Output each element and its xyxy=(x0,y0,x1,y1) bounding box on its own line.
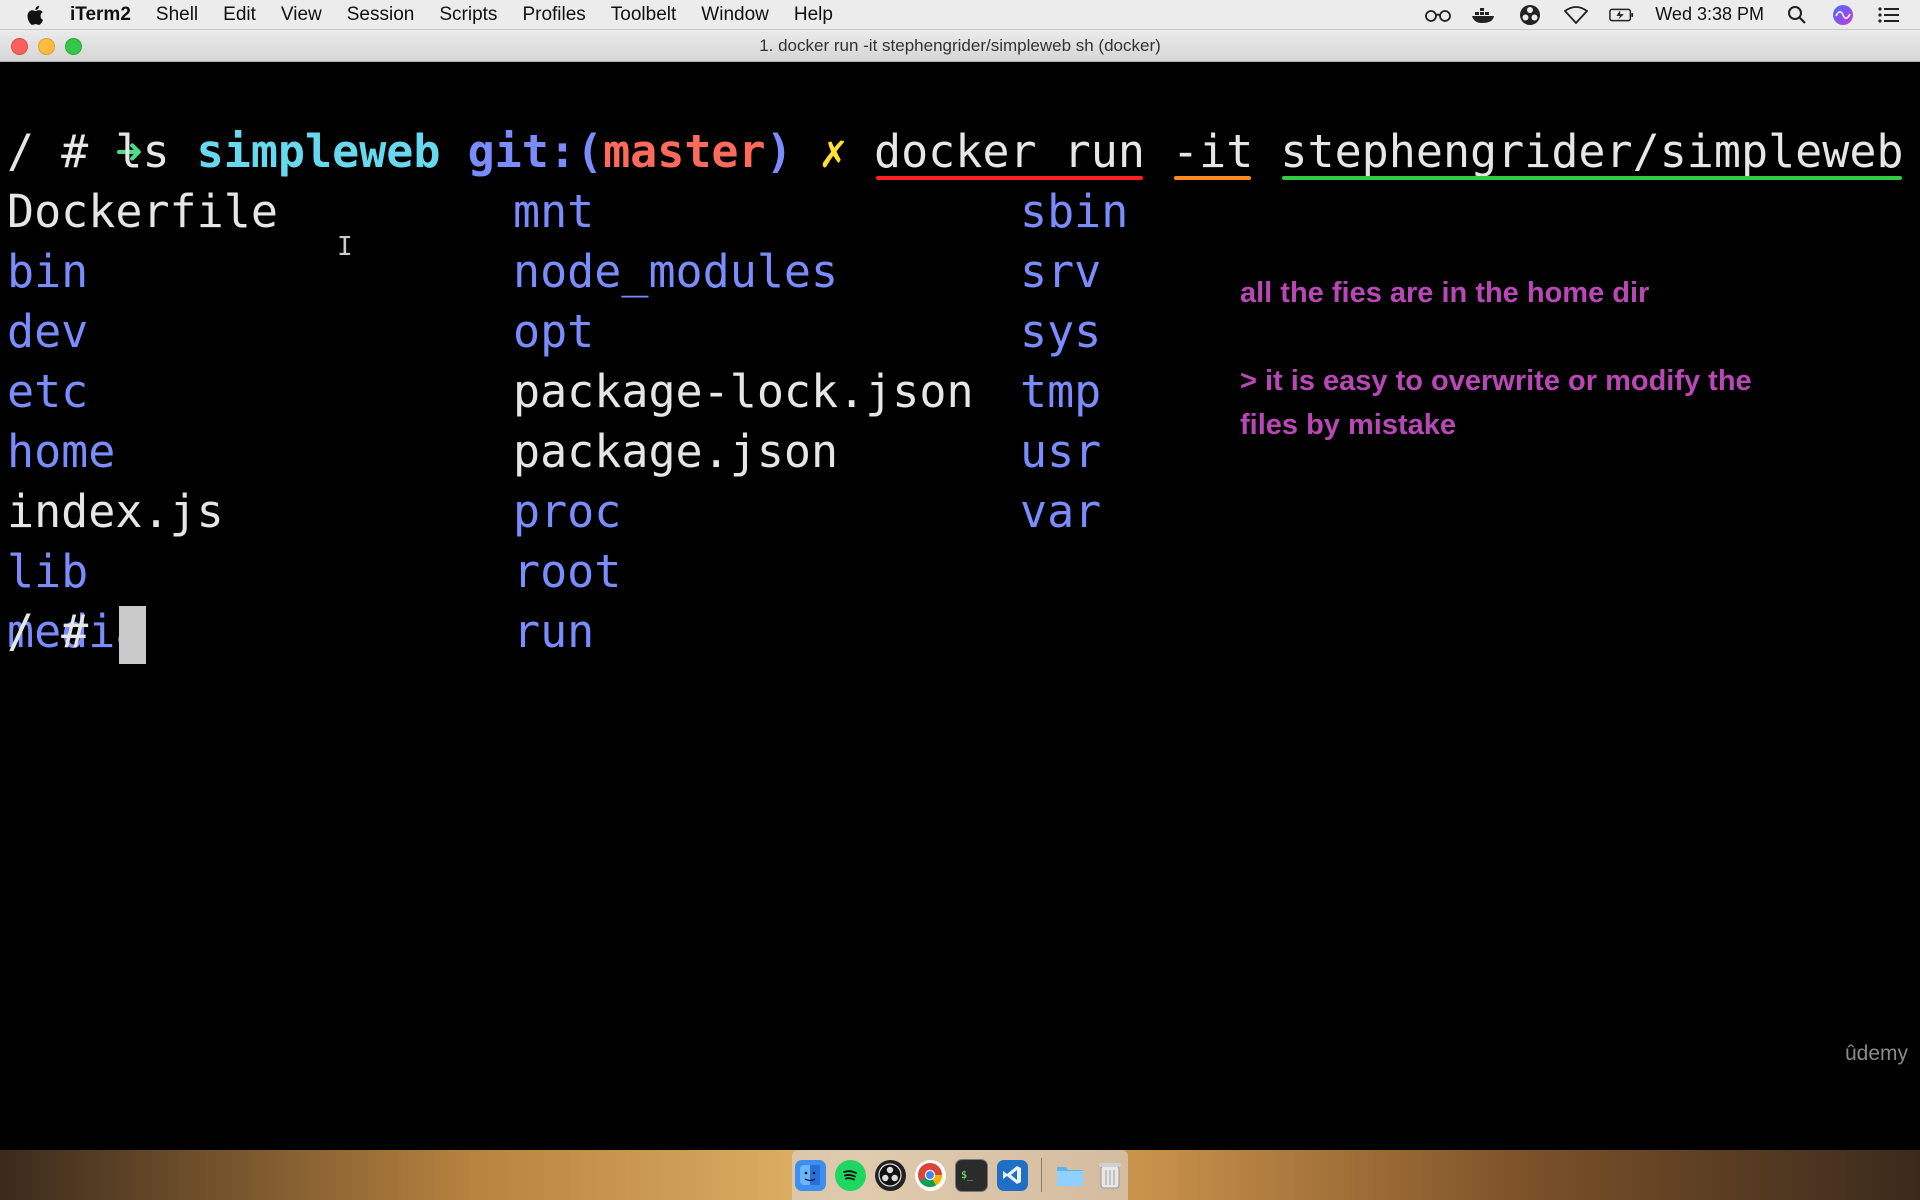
menu-session[interactable]: Session xyxy=(347,4,415,26)
ls-entry-home: home xyxy=(7,425,116,478)
maximize-window-button[interactable] xyxy=(65,38,82,55)
search-icon[interactable] xyxy=(1784,4,1810,26)
obs-icon[interactable] xyxy=(874,1159,906,1191)
terminal-cursor xyxy=(119,606,147,664)
status-area: Wed 3:38 PM xyxy=(1425,4,1920,26)
prompt-branch: master xyxy=(603,125,766,178)
command-line: ➜ simpleweb git:(master) ✗ docker run -i… xyxy=(7,62,1920,178)
menu-bar: iTerm2 Shell Edit View Session Scripts P… xyxy=(0,0,1920,30)
ls-entry-mnt: mnt xyxy=(513,185,595,238)
menu-scripts[interactable]: Scripts xyxy=(439,4,497,26)
ls-entry-run: run xyxy=(513,605,595,658)
apple-icon[interactable] xyxy=(26,4,48,26)
glasses-icon[interactable] xyxy=(1425,4,1452,26)
final-prompt-line: / # xyxy=(7,602,147,664)
ls-entry-index-js: index.js xyxy=(7,485,224,538)
command-flag-it: -it xyxy=(1172,125,1254,178)
note-line-3: files by mistake xyxy=(1240,409,1456,441)
terminal-icon[interactable]: $_ xyxy=(954,1158,988,1192)
prompt-dirty-mark: ✗ xyxy=(819,125,847,178)
svg-text:$_: $_ xyxy=(961,1170,974,1181)
folder-icon[interactable] xyxy=(1055,1160,1086,1191)
ls-entry-package-json: package.json xyxy=(513,425,839,478)
note-line-1: all the fies are in the home dir xyxy=(1240,277,1650,309)
final-prompt: / # xyxy=(7,605,116,658)
ls-entry-dockerfile: Dockerfile xyxy=(7,185,278,238)
ls-entry-package-lock-json: package-lock.json xyxy=(513,365,974,418)
ls-entry-usr: usr xyxy=(1020,425,1102,478)
minimize-window-button[interactable] xyxy=(38,38,55,55)
command-docker-run: docker run xyxy=(874,125,1145,178)
wifi-icon[interactable] xyxy=(1563,4,1589,26)
notification-list-icon[interactable] xyxy=(1876,4,1902,26)
prompt-directory: simpleweb xyxy=(196,125,441,178)
vscode-icon[interactable] xyxy=(996,1159,1028,1191)
window-title: 1. docker run -it stephengrider/simplewe… xyxy=(759,35,1161,55)
ls-entry-var: var xyxy=(1020,485,1102,538)
dock: $_ xyxy=(792,1150,1128,1200)
finder-icon[interactable] xyxy=(794,1159,826,1191)
prompt-git-suffix: ) xyxy=(765,125,793,178)
ls-entry-srv: srv xyxy=(1020,245,1102,298)
window-title-bar: 1. docker run -it stephengrider/simplewe… xyxy=(0,30,1920,62)
window-controls xyxy=(11,38,82,55)
command-image-name: stephengrider/simpleweb xyxy=(1280,125,1904,178)
ls-entry-node-modules: node_modules xyxy=(513,245,839,298)
ls-entry-dev: dev xyxy=(7,305,89,358)
menu-app-name[interactable]: iTerm2 xyxy=(70,4,131,26)
clock[interactable]: Wed 3:38 PM xyxy=(1655,4,1764,25)
ls-entry-sys: sys xyxy=(1020,305,1102,358)
menu-help[interactable]: Help xyxy=(794,4,833,26)
ls-entry-sbin: sbin xyxy=(1020,185,1129,238)
trash-icon[interactable] xyxy=(1095,1160,1126,1191)
chrome-icon[interactable] xyxy=(914,1159,946,1191)
menu-edit[interactable]: Edit xyxy=(223,4,256,26)
prompt-git-prefix: git:( xyxy=(467,125,604,178)
terminal-pane[interactable]: ➜ simpleweb git:(master) ✗ docker run -i… xyxy=(0,62,1920,1150)
menu-shell[interactable]: Shell xyxy=(156,4,198,26)
battery-icon[interactable] xyxy=(1609,4,1635,26)
ls-entry-opt: opt xyxy=(513,305,595,358)
close-window-button[interactable] xyxy=(11,38,28,55)
menu-view[interactable]: View xyxy=(281,4,322,26)
ls-entry-tmp: tmp xyxy=(1020,365,1102,418)
obs-icon[interactable] xyxy=(1517,4,1543,26)
menu-toolbelt[interactable]: Toolbelt xyxy=(611,4,677,26)
ls-entry-etc: etc xyxy=(7,365,89,418)
siri-icon[interactable] xyxy=(1830,4,1856,26)
ls-entry-root: root xyxy=(513,545,622,598)
ls-entry-bin: bin xyxy=(7,245,89,298)
docker-icon[interactable] xyxy=(1471,4,1497,26)
note-line-2: > it is easy to overwrite or modify the xyxy=(1240,365,1752,397)
ls-command-line: / # ls xyxy=(7,125,170,178)
text-cursor-icon: I xyxy=(337,232,353,262)
ls-entry-lib: lib xyxy=(7,545,89,598)
spotify-icon[interactable] xyxy=(834,1159,866,1191)
menu-window[interactable]: Window xyxy=(701,4,769,26)
ls-entry-proc: proc xyxy=(513,485,622,538)
dock-separator xyxy=(1040,1158,1042,1192)
udemy-watermark: ûdemy xyxy=(1844,1042,1908,1065)
menu-profiles[interactable]: Profiles xyxy=(522,4,585,26)
